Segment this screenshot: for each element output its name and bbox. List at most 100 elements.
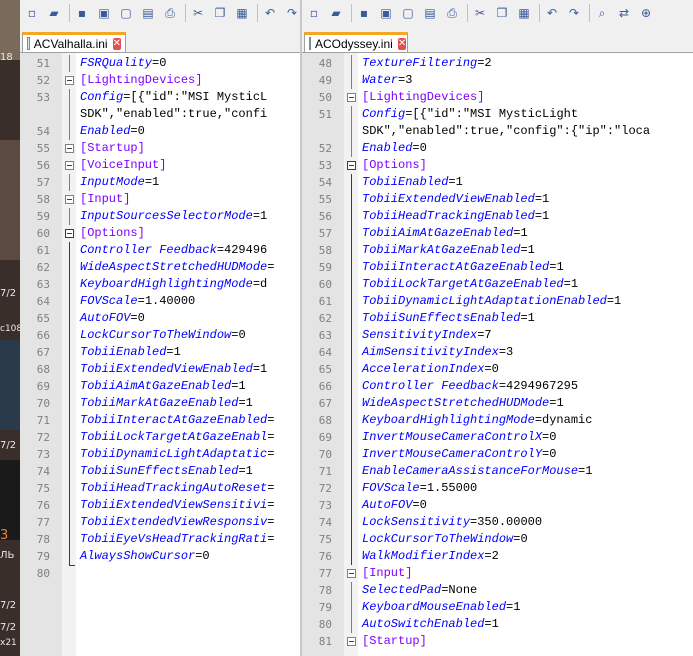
- code-line: 73 AutoFOV=0: [302, 497, 693, 514]
- line-number: 81: [318, 635, 332, 648]
- line-number: 65: [36, 312, 50, 325]
- cut-icon[interactable]: ✂: [472, 5, 488, 21]
- print-icon[interactable]: ⎙: [162, 5, 178, 21]
- config-entry: SDK","enabled":true,"config":{"ip":"loca: [362, 124, 651, 138]
- config-key: SensitivityIndex: [362, 328, 478, 342]
- equals-sign: =: [534, 413, 543, 427]
- line-number: 76: [318, 550, 332, 563]
- save-icon[interactable]: ▪: [356, 5, 372, 21]
- close-icon[interactable]: ▢: [118, 5, 134, 21]
- close-tab-icon[interactable]: ✕: [112, 37, 121, 50]
- config-value: 350.00000: [477, 515, 543, 529]
- line-number: 49: [318, 74, 332, 87]
- code-line: 53 Config=[{"id":"MSI MysticL: [20, 89, 300, 106]
- config-entry: AutoSwitchEnabled=1: [362, 616, 499, 633]
- line-number: 68: [36, 363, 50, 376]
- redo-icon[interactable]: ↷: [284, 5, 300, 21]
- equals-sign: =: [498, 345, 507, 359]
- line-number: 63: [36, 278, 50, 291]
- toolbar-separator: [589, 4, 590, 22]
- config-key: AutoFOV: [80, 311, 131, 325]
- fold-toggle-icon[interactable]: [347, 569, 356, 578]
- config-value: 4294967295: [506, 379, 579, 393]
- tab-acodyssey-ini[interactable]: ACOdyssey.ini ✕: [304, 32, 408, 52]
- undo-icon[interactable]: ↶: [262, 5, 278, 21]
- fold-line: [351, 395, 352, 412]
- paste-icon[interactable]: ▦: [516, 5, 532, 21]
- fold-line: [69, 463, 70, 480]
- config-entry: TobiiInteractAtGazeEnabled=: [80, 412, 274, 429]
- close-icon[interactable]: ▢: [400, 5, 416, 21]
- config-entry: TobiiHeadTrackingAutoReset=: [80, 480, 274, 497]
- equals-sign: =: [484, 362, 492, 376]
- print-icon[interactable]: ⎙: [444, 5, 460, 21]
- code-line: 74 TobiiSunEffectsEnabled=1: [20, 463, 300, 480]
- code-line: 55 [Startup]: [20, 140, 300, 157]
- fold-toggle-icon[interactable]: [65, 195, 74, 204]
- config-value: 1.40000: [144, 294, 196, 308]
- tab-acvalhalla-ini[interactable]: ACValhalla.ini ✕: [22, 32, 126, 52]
- config-key: TobiiExtendedViewEnabled: [362, 192, 535, 206]
- config-entry: SelectedPad=None: [362, 582, 477, 599]
- config-value: 1: [570, 277, 579, 291]
- copy-icon[interactable]: ❐: [212, 5, 228, 21]
- code-line: 63 SensitivityIndex=7: [302, 327, 693, 344]
- paste-icon[interactable]: ▦: [234, 5, 250, 21]
- fold-line: [351, 123, 352, 140]
- line-number: 57: [36, 176, 50, 189]
- equals-sign: =: [267, 515, 275, 529]
- line-number: 52: [36, 74, 50, 87]
- config-value: [{"id":"MSI MysticL: [130, 90, 268, 104]
- close-all-icon[interactable]: ▤: [422, 5, 438, 21]
- config-entry: Controller Feedback=4294967295: [362, 378, 578, 395]
- find-icon[interactable]: ⌕: [594, 5, 610, 21]
- line-number: 77: [318, 567, 332, 580]
- fold-toggle-icon[interactable]: [347, 637, 356, 646]
- fold-toggle-icon[interactable]: [347, 93, 356, 102]
- new-file-icon[interactable]: ▫: [24, 5, 40, 21]
- config-value: 1.55000: [426, 481, 478, 495]
- fold-toggle-icon[interactable]: [65, 76, 74, 85]
- config-entry: InvertMouseCameraControlX=0: [362, 429, 556, 446]
- config-entry: WideAspectStretchedHUDMode=: [80, 259, 274, 276]
- background-text: x21: [0, 638, 17, 648]
- line-number: 77: [36, 516, 50, 529]
- save-icon[interactable]: ▪: [74, 5, 90, 21]
- save-all-icon[interactable]: ▣: [378, 5, 394, 21]
- open-folder-icon[interactable]: ▰: [328, 5, 344, 21]
- line-number: 78: [318, 584, 332, 597]
- fold-toggle-icon[interactable]: [65, 144, 74, 153]
- fold-toggle-icon[interactable]: [65, 161, 74, 170]
- cut-icon[interactable]: ✂: [190, 5, 206, 21]
- fold-line: [69, 327, 70, 344]
- open-folder-icon[interactable]: ▰: [46, 5, 62, 21]
- equals-sign: =: [419, 481, 427, 495]
- save-all-icon[interactable]: ▣: [96, 5, 112, 21]
- equals-sign: =: [267, 447, 275, 461]
- replace-icon[interactable]: ⇄: [616, 5, 632, 21]
- fold-line: [69, 276, 70, 293]
- close-tab-icon[interactable]: ✕: [397, 37, 407, 50]
- new-file-icon[interactable]: ▫: [306, 5, 322, 21]
- copy-icon[interactable]: ❐: [494, 5, 510, 21]
- code-line: 49 Water=3: [302, 72, 693, 89]
- redo-icon[interactable]: ↷: [566, 5, 582, 21]
- config-key: WalkModifierIndex: [362, 549, 485, 563]
- config-key: Enabled: [80, 124, 131, 138]
- background-image-fragment: [0, 0, 20, 60]
- close-all-icon[interactable]: ▤: [140, 5, 156, 21]
- undo-icon[interactable]: ↶: [544, 5, 560, 21]
- fold-line: [351, 582, 352, 599]
- config-key: AimSensitivityIndex: [362, 345, 499, 359]
- config-value: 2: [484, 56, 492, 70]
- line-number: 80: [36, 567, 50, 580]
- config-value: 0: [238, 328, 246, 342]
- config-entry: TobiiMarkAtGazeEnabled=1: [80, 395, 253, 412]
- zoom-in-icon[interactable]: ⊕: [638, 5, 654, 21]
- line-number: 62: [36, 261, 50, 274]
- code-editor[interactable]: 48 TextureFiltering=2 49 Water=3 50 [Lighting…: [302, 53, 693, 656]
- fold-toggle-icon[interactable]: [347, 161, 356, 170]
- fold-toggle-icon[interactable]: [65, 229, 74, 238]
- code-editor[interactable]: 51 FSRQuality=0 52 [LightingDevices] 53 Confi…: [20, 53, 300, 656]
- config-value: 1: [260, 209, 268, 223]
